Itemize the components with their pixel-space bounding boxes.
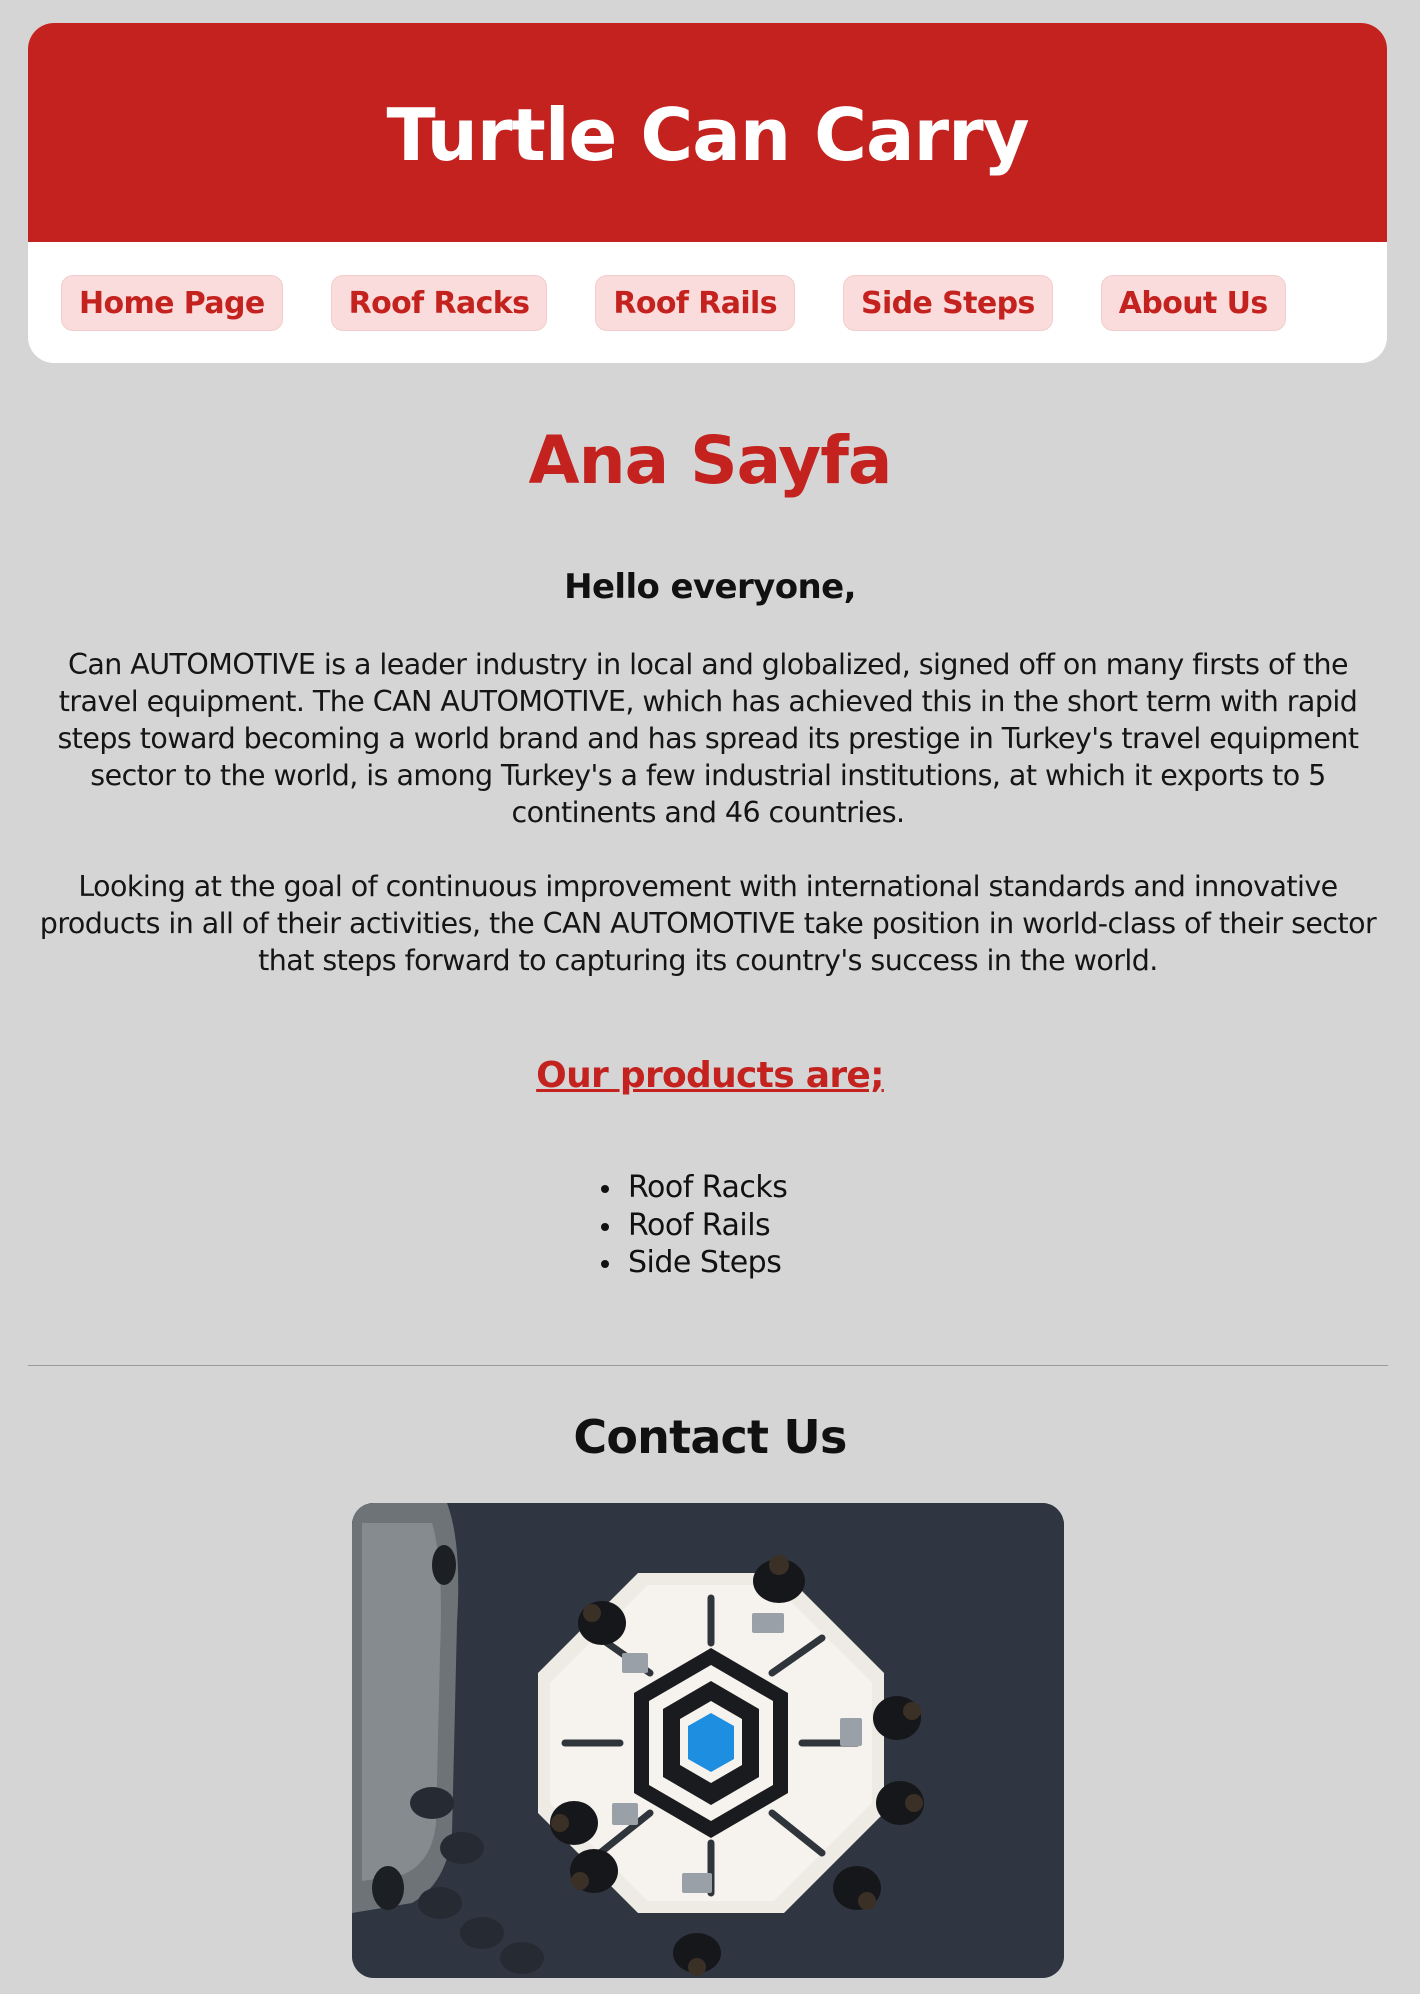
nav-home-page[interactable]: Home Page xyxy=(61,274,283,331)
team-photo-illustration xyxy=(352,1503,1064,1978)
nav-roof-racks[interactable]: Roof Racks xyxy=(330,274,548,331)
nav-about-us[interactable]: About Us xyxy=(1100,274,1286,331)
product-list: Roof Racks Roof Rails Side Steps xyxy=(596,1169,788,1282)
header-banner: Turtle Can Carry xyxy=(28,23,1387,242)
list-item: Roof Racks xyxy=(596,1169,788,1207)
page: Turtle Can Carry Home Page Roof Racks Ro… xyxy=(0,0,1420,1994)
site-header: Turtle Can Carry Home Page Roof Racks Ro… xyxy=(28,23,1387,363)
list-item: Side Steps xyxy=(596,1244,787,1282)
goal-paragraph: Looking at the goal of continuous improv… xyxy=(39,870,1377,977)
nav-roof-rails[interactable]: Roof Rails xyxy=(595,274,795,331)
main-nav: Home Page Roof Racks Roof Rails Side Ste… xyxy=(28,242,1387,363)
contact-heading: Contact Us xyxy=(573,1410,847,1464)
list-item: Roof Rails xyxy=(596,1207,787,1245)
team-photo xyxy=(352,1503,1064,1978)
products-heading: Our products are; xyxy=(536,1055,884,1096)
greeting-heading: Hello everyone, xyxy=(564,567,856,607)
site-title: Turtle Can Carry xyxy=(386,92,1029,177)
section-divider xyxy=(28,1365,1388,1366)
nav-side-steps[interactable]: Side Steps xyxy=(842,274,1053,331)
intro-paragraph: Can AUTOMOTIVE is a leader industry in l… xyxy=(57,648,1359,829)
page-title: Ana Sayfa xyxy=(528,422,893,499)
